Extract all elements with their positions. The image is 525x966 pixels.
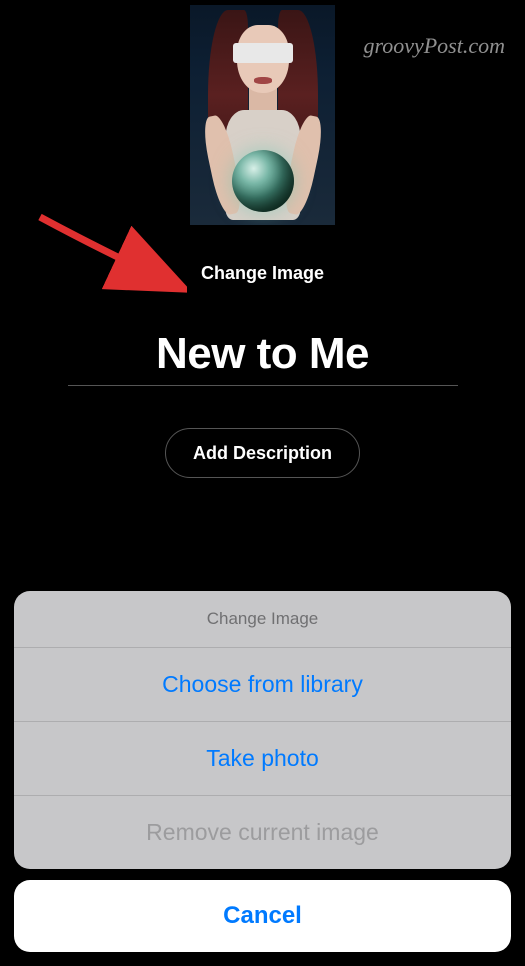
- title-underline: [68, 385, 458, 386]
- change-image-link[interactable]: Change Image: [0, 263, 525, 284]
- action-sheet-options-group: Change Image Choose from library Take ph…: [14, 591, 511, 869]
- watermark-text: groovyPost.com: [363, 33, 505, 59]
- action-sheet: Change Image Choose from library Take ph…: [14, 591, 511, 952]
- playlist-title-input[interactable]: New to Me: [68, 329, 458, 379]
- add-description-button[interactable]: Add Description: [165, 428, 360, 478]
- remove-current-image-option: Remove current image: [14, 796, 511, 869]
- playlist-title-text: New to Me: [68, 329, 458, 379]
- action-sheet-title: Change Image: [14, 591, 511, 648]
- playlist-cover-image[interactable]: [190, 5, 335, 225]
- choose-from-library-option[interactable]: Choose from library: [14, 648, 511, 722]
- cancel-button[interactable]: Cancel: [14, 880, 511, 952]
- cover-art-illustration: [198, 5, 328, 225]
- take-photo-option[interactable]: Take photo: [14, 722, 511, 796]
